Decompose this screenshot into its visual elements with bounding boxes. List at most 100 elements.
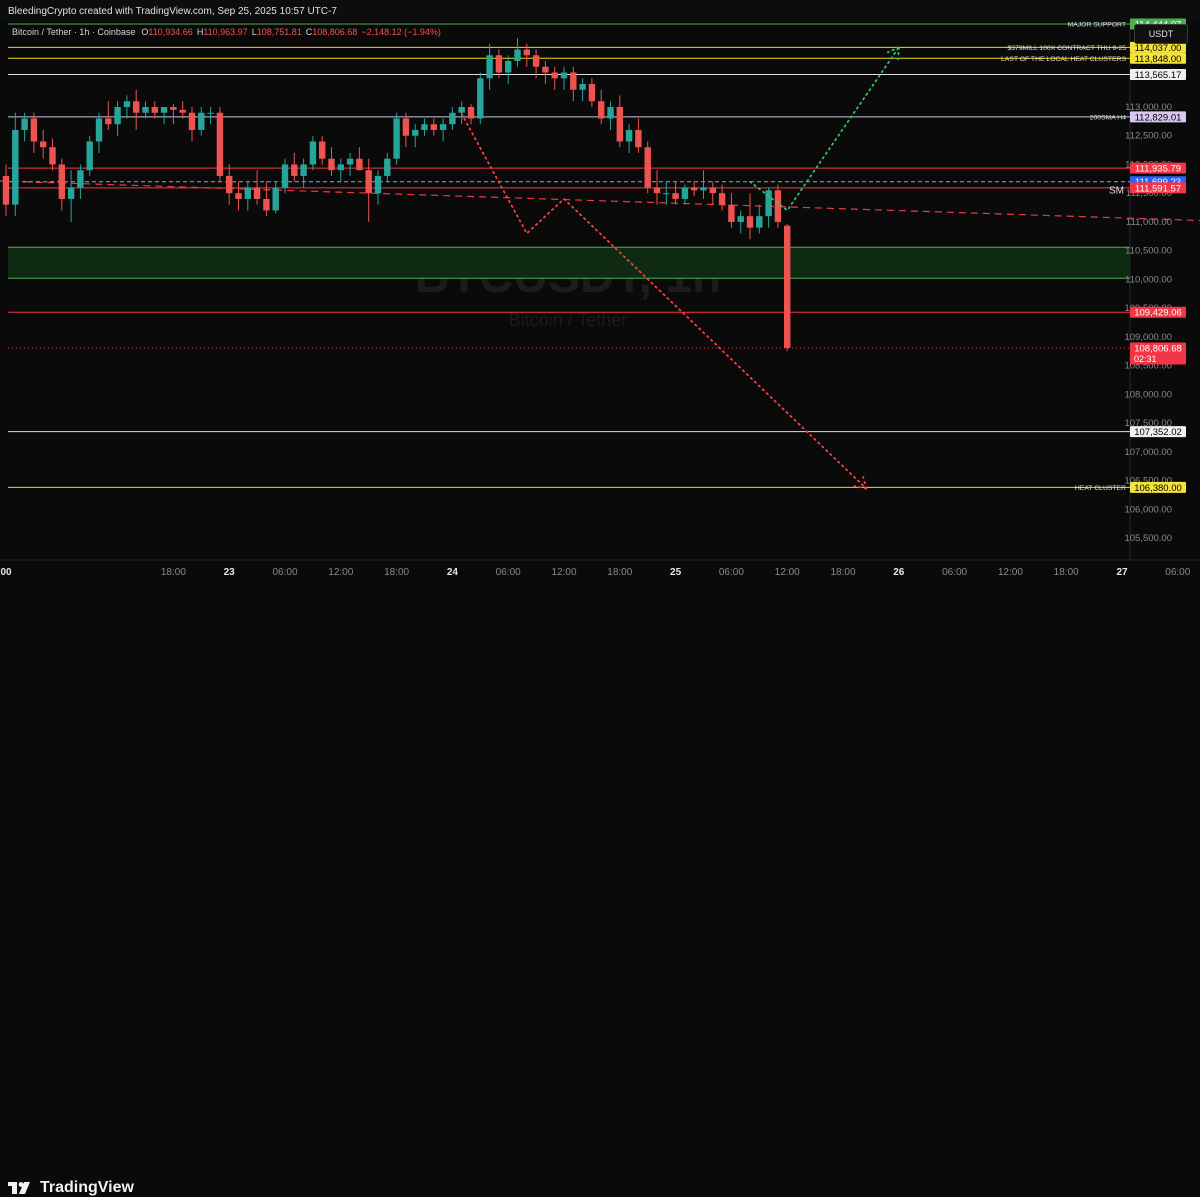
price-tick-label: 106,000.00 — [1124, 504, 1172, 515]
candle-body — [374, 175, 382, 194]
time-tick-label: 23 — [224, 567, 236, 578]
price-tick-label: 111,000.00 — [1126, 217, 1172, 228]
support-zone-layer — [8, 246, 1130, 279]
candle-body — [458, 106, 465, 113]
candle-body — [672, 193, 679, 199]
candle-body — [746, 216, 754, 228]
price-tick-label: 110,000.00 — [1125, 274, 1172, 285]
price-label: 113,565.17 — [1135, 70, 1182, 81]
time-tick-label: 06:00 — [496, 567, 521, 578]
candle-body — [160, 106, 168, 113]
tradingview-logo-icon — [8, 1182, 30, 1194]
candle[interactable] — [784, 223, 791, 352]
level-note: MAJOR SUPPORT — [1068, 22, 1126, 29]
price-label: 112,829.01 — [1135, 112, 1182, 123]
time-tick-label: 18:00 — [161, 567, 186, 578]
candle-body — [625, 129, 633, 142]
candle-body — [188, 112, 196, 130]
candle-body — [49, 147, 56, 165]
candle-body — [105, 118, 112, 125]
candle-body — [198, 112, 205, 130]
currency-selector[interactable]: USDT — [1134, 24, 1188, 44]
candle-body — [95, 118, 103, 142]
candle[interactable] — [216, 106, 224, 182]
change-label: −2,148.12 (−1.94%) — [361, 27, 441, 37]
candle-body — [86, 141, 93, 171]
candle-body — [570, 72, 577, 90]
candle-body — [2, 175, 10, 205]
price-label: 107,352.02 — [1134, 427, 1182, 438]
level-note: $379MILL 100X CONTRACT THU 9-25 — [1008, 45, 1127, 52]
time-tick-label: 12:00 — [328, 567, 353, 578]
candle-body — [58, 164, 65, 199]
candle[interactable] — [393, 112, 400, 165]
candle-body — [402, 118, 410, 136]
candle-body — [151, 106, 158, 113]
tradingview-logo[interactable]: TradingView — [8, 1179, 134, 1197]
time-tick-label: 12:00 — [775, 567, 800, 578]
candle-body — [439, 124, 447, 130]
time-tick-label: 18:00 — [830, 567, 855, 578]
level-note: HEAT CLUSTER — [1075, 485, 1126, 492]
candle-body — [523, 49, 530, 56]
time-tick-label: 06:00 — [1165, 567, 1190, 578]
level-note: 200SMA H4 — [1090, 114, 1126, 121]
time-tick-label: 00 — [0, 567, 12, 578]
price-tick-label: 110,500.00 — [1125, 246, 1172, 257]
candle-body — [384, 158, 391, 176]
price-label: 114,037.00 — [1135, 43, 1182, 54]
ohlc-value: 108,806.68 — [312, 27, 357, 37]
candle-body — [244, 187, 251, 199]
price-tick-label: 105,500.00 — [1124, 533, 1172, 544]
time-tick-label: 25 — [670, 567, 682, 578]
price-label: 111,935.79 — [1135, 164, 1181, 175]
tradingview-logo-text: TradingView — [40, 1179, 134, 1196]
candle-body — [412, 129, 419, 136]
candle-body — [607, 106, 614, 119]
candle-body — [253, 187, 261, 199]
candle-body — [309, 141, 317, 165]
time-tick-label: 12:00 — [551, 567, 576, 578]
candle-body — [30, 118, 38, 142]
candle-body — [114, 106, 121, 125]
candle-body — [216, 112, 224, 176]
candle-body — [337, 164, 344, 171]
ohlc-value: 108,751.81 — [257, 27, 302, 37]
price-tick-label: 107,000.00 — [1124, 447, 1172, 458]
candle-body — [551, 72, 558, 79]
candle[interactable] — [86, 135, 93, 176]
candle-body — [133, 101, 140, 113]
candle-body — [691, 187, 698, 191]
time-tick-label: 24 — [447, 567, 459, 578]
price-tick-label: 108,000.00 — [1124, 389, 1172, 400]
candle-body — [588, 84, 596, 102]
candle-body — [663, 193, 670, 195]
candle[interactable] — [774, 184, 782, 228]
candle[interactable] — [477, 72, 484, 125]
candle-body — [505, 61, 512, 73]
candle-body — [514, 49, 521, 62]
time-tick-label: 06:00 — [272, 567, 297, 578]
candle-body — [477, 78, 484, 119]
price-label: 106,380.00 — [1134, 483, 1182, 494]
time-tick-label: 06:00 — [719, 567, 744, 578]
candle-body — [319, 141, 326, 159]
candle-body — [579, 84, 586, 90]
candle-body — [449, 112, 456, 125]
candle-body — [365, 170, 372, 194]
candle-body — [179, 109, 186, 113]
support-zone — [8, 247, 1130, 279]
candle[interactable] — [644, 141, 651, 194]
candle-body — [346, 158, 354, 165]
candle-body — [272, 187, 279, 211]
candle-body — [21, 118, 28, 130]
price-tick-label: 112,500.00 — [1125, 131, 1172, 142]
candle-body — [467, 106, 475, 119]
candle-body — [486, 55, 493, 79]
candle-body — [235, 193, 242, 199]
price-chart[interactable]: BTCUSDT, 1hBitcoin / Tether MAJOR SUPPOR… — [0, 0, 1200, 586]
candle-body — [681, 187, 689, 199]
candle-body — [421, 124, 428, 130]
price-tick-label: 109,000.00 — [1124, 332, 1172, 343]
candle-body — [207, 112, 214, 114]
